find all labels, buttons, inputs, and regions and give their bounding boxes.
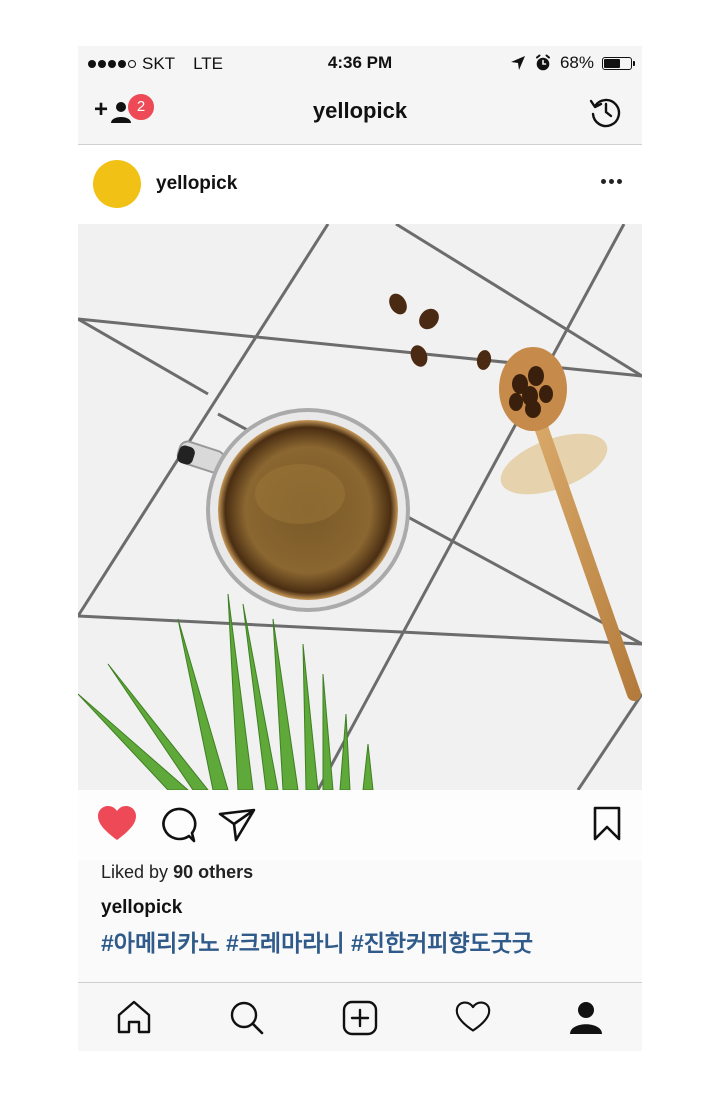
post-header: yellopick bbox=[78, 145, 642, 224]
likes-summary[interactable]: Liked by 90 others bbox=[101, 862, 253, 883]
caption-username[interactable]: yellopick bbox=[101, 897, 182, 919]
avatar[interactable] bbox=[93, 160, 141, 208]
heart-filled-icon bbox=[98, 806, 136, 840]
more-dot-icon bbox=[609, 179, 614, 184]
alarm-icon bbox=[535, 54, 550, 71]
likes-prefix: Liked by bbox=[101, 862, 169, 882]
tab-new-post[interactable] bbox=[342, 1000, 378, 1041]
post-username[interactable]: yellopick bbox=[156, 173, 237, 195]
page-title: yellopick bbox=[312, 98, 408, 123]
caption-hashtags[interactable]: #아메리카노 #크레마라니 #진한커피향도굿굿 bbox=[101, 924, 533, 958]
comment-button[interactable] bbox=[159, 806, 197, 849]
more-dot-icon bbox=[601, 179, 606, 184]
more-options-button[interactable] bbox=[601, 179, 622, 184]
tab-activity[interactable] bbox=[455, 1000, 491, 1039]
more-dot-icon bbox=[617, 179, 622, 184]
status-right: 68% bbox=[510, 53, 635, 73]
status-bar: SKT LTE 4:36 PM 68% bbox=[78, 46, 642, 80]
likes-count[interactable]: 90 others bbox=[173, 862, 253, 882]
send-icon bbox=[218, 808, 256, 842]
like-button[interactable] bbox=[97, 806, 137, 847]
bottom-tab-bar bbox=[78, 982, 642, 1051]
tab-home[interactable] bbox=[116, 1000, 152, 1039]
comment-icon bbox=[162, 807, 197, 843]
bookmark-button[interactable] bbox=[592, 806, 622, 847]
post-actions bbox=[78, 790, 642, 860]
profile-icon bbox=[570, 1002, 602, 1034]
tab-profile[interactable] bbox=[568, 1000, 604, 1041]
new-post-icon bbox=[342, 1000, 378, 1036]
share-button[interactable] bbox=[218, 806, 256, 849]
coffee-photo bbox=[78, 224, 642, 790]
search-icon bbox=[230, 1001, 264, 1035]
phone-screen: SKT LTE 4:36 PM 68% + 2 yellopick yellop… bbox=[78, 46, 642, 1051]
bookmark-icon bbox=[593, 806, 621, 841]
history-icon bbox=[589, 98, 621, 128]
home-icon bbox=[117, 1000, 151, 1034]
tab-search[interactable] bbox=[229, 1000, 265, 1041]
activity-icon bbox=[455, 1001, 491, 1032]
app-header: + 2 yellopick bbox=[78, 80, 642, 145]
battery-percent: 68% bbox=[559, 53, 594, 72]
location-arrow-icon bbox=[510, 56, 525, 70]
post-photo[interactable] bbox=[78, 224, 642, 790]
battery-icon bbox=[602, 56, 635, 70]
history-button[interactable] bbox=[588, 94, 624, 135]
